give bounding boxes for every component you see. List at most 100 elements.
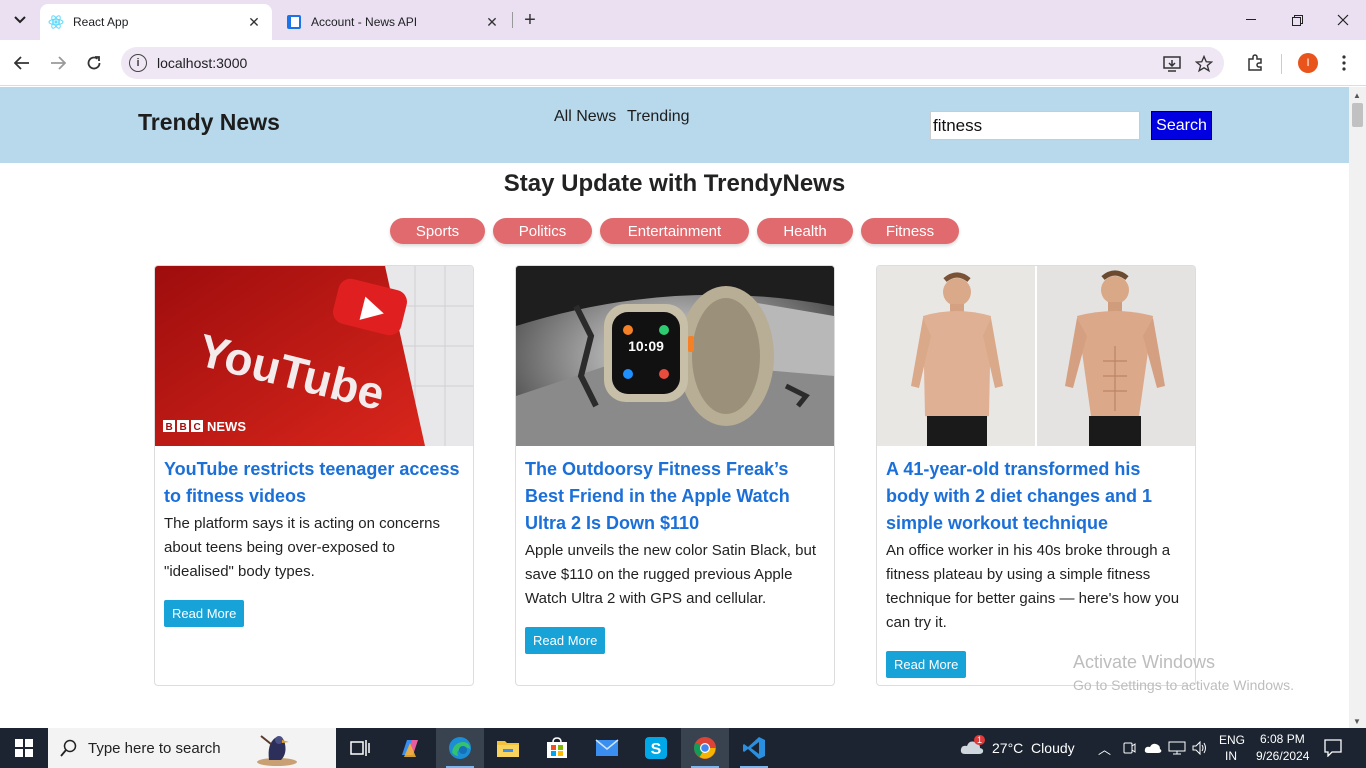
reload-button[interactable] — [80, 49, 108, 77]
mail-icon — [595, 739, 619, 756]
store-icon — [547, 737, 567, 758]
new-tab-button[interactable]: + — [518, 8, 542, 32]
category-health[interactable]: Health — [757, 218, 853, 244]
clock-date[interactable]: 9/26/2024 — [1256, 749, 1309, 763]
folder-icon — [497, 741, 519, 757]
newsapi-icon — [286, 14, 302, 30]
notification-icon[interactable] — [1324, 739, 1342, 757]
minimize-icon — [1246, 19, 1256, 20]
vscode-icon — [743, 737, 765, 759]
news-card: A 41-year-old transformed his body with … — [876, 265, 1196, 686]
read-more-button[interactable]: Read More — [886, 651, 967, 678]
tab-separator — [512, 12, 513, 28]
search-button[interactable]: Search — [1151, 111, 1212, 140]
vscode-app[interactable] — [730, 728, 778, 768]
page-heading: Stay Update with TrendyNews — [503, 170, 846, 197]
svg-text:NEWS: NEWS — [207, 419, 246, 434]
edge-icon — [449, 737, 471, 759]
toolbar-separator — [1281, 54, 1282, 74]
reload-icon — [87, 56, 101, 70]
back-button[interactable] — [8, 49, 36, 77]
extensions-icon[interactable] — [1243, 51, 1267, 75]
category-entertainment[interactable]: Entertainment — [600, 218, 749, 244]
close-window-button[interactable] — [1320, 0, 1366, 40]
meet-now-icon[interactable] — [1122, 741, 1136, 755]
chevron-down-icon — [14, 16, 26, 24]
minimize-button[interactable] — [1228, 0, 1274, 40]
onedrive-cloud-icon[interactable] — [1144, 742, 1162, 754]
tab-search-button[interactable] — [6, 7, 34, 33]
skype-icon: S — [645, 737, 667, 759]
arrow-left-icon — [14, 56, 29, 70]
restore-button[interactable] — [1274, 0, 1320, 40]
browser-toolbar: i localhost:3000 I — [0, 40, 1366, 86]
taskbar-search[interactable]: Type here to search — [48, 728, 336, 768]
read-more-button[interactable]: Read More — [164, 600, 245, 627]
forward-button[interactable] — [44, 49, 72, 77]
search-icon — [60, 739, 77, 757]
scrollbar-thumb[interactable] — [1352, 103, 1363, 127]
site-brand[interactable]: Trendy News — [138, 109, 280, 136]
site-navbar: Trendy News All News Trending fitness Se… — [0, 87, 1349, 163]
mail-app[interactable] — [583, 728, 631, 768]
svg-text:S: S — [651, 741, 662, 758]
news-card-title[interactable]: The Outdoorsy Fitness Freak’s Best Frien… — [525, 456, 825, 537]
news-card-image: 10:09 — [516, 266, 834, 446]
address-bar[interactable]: i localhost:3000 — [121, 47, 1224, 79]
news-card-title[interactable]: A 41-year-old transformed his body with … — [886, 456, 1186, 537]
read-more-button[interactable]: Read More — [525, 627, 606, 654]
react-icon — [48, 14, 64, 30]
search-input[interactable]: fitness — [930, 111, 1140, 140]
scroll-up-icon[interactable]: ▲ — [1353, 91, 1361, 100]
volume-icon[interactable] — [1192, 741, 1208, 755]
svg-text:B: B — [180, 422, 187, 433]
bookmark-star-icon[interactable] — [1194, 55, 1214, 73]
windows-taskbar: Type here to search S 1 27°C Cloudy ︿ EN… — [0, 728, 1366, 768]
weather-badge: 1 — [974, 735, 986, 745]
activate-windows-subtitle: Go to Settings to activate Windows. — [1073, 677, 1294, 693]
region-indicator[interactable]: IN — [1225, 749, 1237, 763]
show-hidden-icons-chevron-icon[interactable]: ︿ — [1098, 739, 1111, 758]
news-card-description: An office worker in his 40s broke throug… — [886, 542, 1180, 631]
category-sports[interactable]: Sports — [390, 218, 485, 244]
nav-all-news[interactable]: All News — [554, 108, 616, 126]
close-tab-icon[interactable]: ✕ — [482, 12, 502, 32]
close-tab-icon[interactable]: ✕ — [244, 12, 264, 32]
news-card-description: The platform says it is acting on concer… — [164, 515, 440, 580]
tab-news-api[interactable]: Account - News API ✕ — [278, 4, 510, 40]
url-text: localhost:3000 — [157, 55, 248, 71]
news-card-title[interactable]: YouTube restricts teenager access to fit… — [164, 456, 464, 510]
category-politics[interactable]: Politics — [493, 218, 592, 244]
language-indicator[interactable]: ENG — [1219, 733, 1245, 747]
skype-app[interactable]: S — [632, 728, 680, 768]
task-view-button[interactable] — [336, 728, 384, 768]
page-viewport: Trendy News All News Trending fitness Se… — [0, 87, 1349, 728]
profile-avatar[interactable]: I — [1298, 53, 1318, 73]
network-icon[interactable] — [1168, 741, 1186, 755]
more-menu-icon[interactable] — [1332, 51, 1356, 75]
file-explorer-app[interactable] — [484, 728, 532, 768]
clock-time[interactable]: 6:08 PM — [1260, 732, 1305, 746]
news-card: YouTube B B C NEWS YouTube restricts tee… — [154, 265, 474, 686]
store-app[interactable] — [533, 728, 581, 768]
start-button[interactable] — [0, 728, 48, 768]
news-card-description: Apple unveils the new color Satin Black,… — [525, 542, 816, 607]
search-highlight-bird-icon — [256, 735, 297, 766]
page-scrollbar[interactable]: ▲ ▼ — [1349, 87, 1366, 728]
copilot-icon — [402, 740, 418, 757]
weather-text[interactable]: 27°C Cloudy — [992, 740, 1075, 756]
scroll-down-icon[interactable]: ▼ — [1353, 717, 1361, 726]
category-fitness[interactable]: Fitness — [861, 218, 959, 244]
svg-text:C: C — [194, 422, 201, 433]
chrome-app[interactable] — [681, 728, 729, 768]
copilot-app[interactable] — [386, 728, 434, 768]
install-app-icon[interactable] — [1162, 55, 1182, 73]
nav-trending[interactable]: Trending — [627, 108, 690, 126]
tab-title: React App — [73, 15, 129, 29]
site-info-icon[interactable]: i — [129, 54, 147, 72]
taskbar-search-placeholder: Type here to search — [88, 739, 221, 757]
news-card-image — [877, 266, 1195, 446]
edge-app[interactable] — [436, 728, 484, 768]
tab-title: Account - News API — [311, 15, 418, 29]
tab-react-app[interactable]: React App ✕ — [40, 4, 272, 40]
